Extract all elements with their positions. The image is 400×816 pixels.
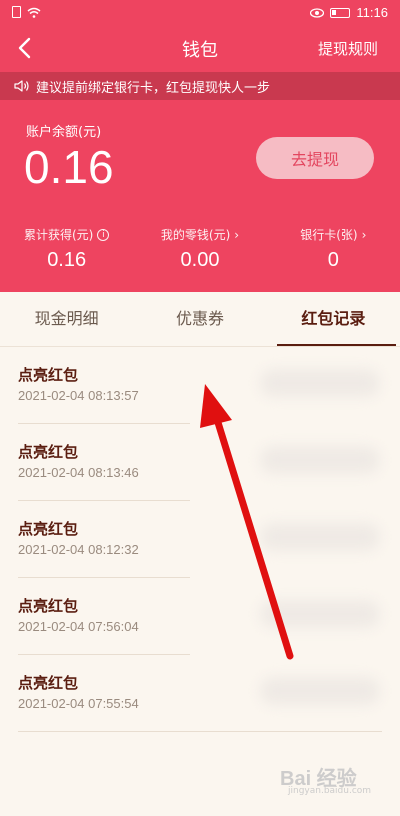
stat-label: 我的零钱(元) <box>160 228 231 242</box>
speaker-icon <box>14 80 29 92</box>
nav-bar: 钱包 提现规则 <box>0 26 400 70</box>
notice-bar: 建议提前绑定银行卡，红包提现快人一步 <box>0 72 400 100</box>
record-time: 2021-02-04 07:55:54 <box>18 696 139 711</box>
info-icon[interactable]: i <box>97 228 110 241</box>
list-item[interactable]: 点亮红包 2021-02-04 07:55:54 <box>0 655 400 732</box>
stat-total-earned[interactable]: 累计获得(元) i 0.16 <box>0 226 133 276</box>
chevron-right-icon: › <box>361 227 367 242</box>
stats-row: 累计获得(元) i 0.16 我的零钱(元) › 0.00 银行卡(张) › 0 <box>0 226 400 276</box>
stat-value: 0.16 <box>47 249 87 271</box>
blurred-amount <box>260 600 380 628</box>
stat-bank-cards[interactable]: 银行卡(张) › 0 <box>267 226 400 276</box>
baidu-watermark: Bai 经验 jingyan.baidu.com <box>280 758 390 802</box>
record-time: 2021-02-04 08:13:57 <box>18 388 139 403</box>
record-title: 点亮红包 <box>18 366 79 384</box>
withdraw-rules-link[interactable]: 提现规则 <box>318 38 378 59</box>
sim-card-icon <box>12 6 21 18</box>
blurred-amount <box>260 446 380 474</box>
watermark-sub: jingyan.baidu.com <box>288 786 372 796</box>
stat-value: 0.00 <box>180 249 220 271</box>
stat-my-change[interactable]: 我的零钱(元) › 0.00 <box>133 226 266 276</box>
record-time: 2021-02-04 08:12:32 <box>18 542 139 557</box>
stat-label: 累计获得(元) <box>23 228 94 242</box>
wifi-icon <box>27 7 41 18</box>
withdraw-button[interactable]: 去提现 <box>256 137 374 179</box>
record-title: 点亮红包 <box>18 443 79 461</box>
balance-value: 0.16 <box>24 141 114 193</box>
eye-icon <box>310 7 325 18</box>
status-time: 11:16 <box>356 5 388 20</box>
divider <box>18 731 382 732</box>
tab-red-packet-records[interactable]: 红包记录 <box>267 292 400 346</box>
tab-coupons[interactable]: 优惠券 <box>133 292 266 346</box>
notice-text: 建议提前绑定银行卡，红包提现快人一步 <box>36 80 271 96</box>
blurred-amount <box>260 523 380 551</box>
list-item[interactable]: 点亮红包 2021-02-04 08:13:46 <box>0 424 400 501</box>
stat-label: 银行卡(张) <box>300 228 358 242</box>
record-title: 点亮红包 <box>18 597 79 615</box>
balance-label: 账户余额(元) <box>26 125 102 140</box>
record-title: 点亮红包 <box>18 674 79 692</box>
blurred-amount <box>260 369 380 397</box>
stat-value: 0 <box>327 249 339 271</box>
chevron-right-icon: › <box>234 227 240 242</box>
list-item[interactable]: 点亮红包 2021-02-04 08:13:57 <box>0 347 400 424</box>
list-item[interactable]: 点亮红包 2021-02-04 07:56:04 <box>0 578 400 655</box>
record-time: 2021-02-04 08:13:46 <box>18 465 139 480</box>
record-title: 点亮红包 <box>18 520 79 538</box>
tab-bar: 现金明细 优惠券 红包记录 <box>0 292 400 346</box>
record-time: 2021-02-04 07:56:04 <box>18 619 139 634</box>
blurred-amount <box>260 677 380 705</box>
list-item[interactable]: 点亮红包 2021-02-04 08:12:32 <box>0 501 400 578</box>
red-packet-record-list: 点亮红包 2021-02-04 08:13:57 点亮红包 2021-02-04… <box>0 347 400 732</box>
battery-icon <box>330 7 351 18</box>
status-bar: 11:16 <box>0 0 400 26</box>
tab-cash-details[interactable]: 现金明细 <box>0 292 133 346</box>
